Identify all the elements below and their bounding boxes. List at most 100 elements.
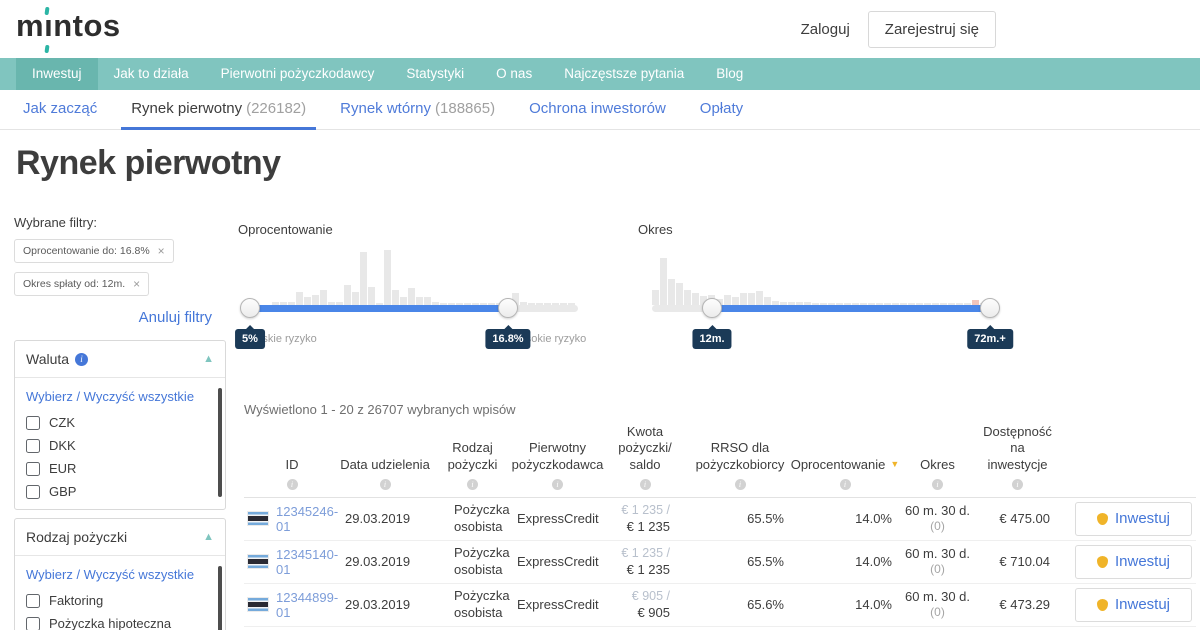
sub-nav: Jak zacząć Rynek pierwotny(226182) Rynek…	[0, 90, 1200, 130]
loan-type: Pożyczka osobista	[430, 588, 515, 622]
column-header-rrso[interactable]: RRSO dla pożyczkobiorcyi	[690, 424, 790, 490]
botswana-flag-icon	[248, 598, 268, 611]
invest-button[interactable]: Inwestuj	[1075, 588, 1192, 622]
panel-title: Rodzaj pożyczki	[26, 529, 127, 545]
filter-chip-term: Okres spłaty od: 12m. ×	[14, 272, 149, 296]
slider-value-min: 12m.	[692, 329, 731, 349]
auth-area: Zaloguj Zarejestruj się	[801, 0, 996, 58]
checkbox-option-czk[interactable]: CZK	[26, 411, 209, 434]
slider-title: Oprocentowanie	[238, 222, 598, 237]
loan-rrso: 65.6%	[690, 597, 790, 612]
loan-type-panel-body: Wybierz / Wyczyść wszystkie Faktoring Po…	[15, 556, 225, 630]
scrollbar[interactable]	[218, 388, 222, 497]
slider-handle-min[interactable]	[702, 298, 722, 318]
brand-logo[interactable]: mıntos	[16, 8, 121, 44]
loan-type: Pożyczka osobista	[430, 545, 515, 579]
scrollbar[interactable]	[218, 566, 222, 630]
chevron-up-icon[interactable]: ▲	[203, 353, 214, 365]
nav-item-pierwotni-pozyczkodawcy[interactable]: Pierwotni pożyczkodawcy	[205, 58, 391, 90]
remove-chip-icon[interactable]: ×	[133, 279, 140, 289]
slider-track[interactable]	[248, 305, 578, 312]
column-header-loan-type[interactable]: Rodzaj pożyczkii	[430, 424, 515, 490]
nav-item-inwestuj[interactable]: Inwestuj	[16, 58, 98, 90]
login-link[interactable]: Zaloguj	[801, 21, 850, 38]
checkbox-option-eur[interactable]: EUR	[26, 457, 209, 480]
currency-panel-body: Wybierz / Wyczyść wszystkie CZK DKK EUR …	[15, 378, 225, 509]
checkbox-icon[interactable]	[26, 416, 40, 430]
loan-type-panel-header[interactable]: Rodzaj pożyczki ▲	[15, 519, 225, 556]
checkbox-icon[interactable]	[26, 462, 40, 476]
column-header-available[interactable]: Dostępność na inwestycjei	[975, 424, 1060, 490]
info-icon[interactable]: i	[1012, 479, 1023, 490]
checkbox-option-faktoring[interactable]: Faktoring	[26, 589, 209, 612]
nav-item-najczestsze-pytania[interactable]: Najczęstsze pytania	[548, 58, 700, 90]
info-icon[interactable]: i	[552, 479, 563, 490]
table-row: 12345140-01 29.03.2019 Pożyczka osobista…	[244, 541, 1196, 584]
register-button[interactable]: Zarejestruj się	[868, 11, 996, 48]
column-header-term[interactable]: Okresi	[900, 424, 975, 490]
top-bar: mıntos Zaloguj Zarejestruj się	[0, 0, 1200, 58]
nav-item-blog[interactable]: Blog	[700, 58, 759, 90]
filter-chip-rate: Oprocentowanie do: 16.8% ×	[14, 239, 174, 263]
shield-icon	[1097, 599, 1108, 611]
clear-filters-link[interactable]: Anuluj filtry	[14, 309, 226, 326]
info-icon[interactable]: i	[287, 479, 298, 490]
column-header-originator[interactable]: Pierwotny pożyczkodawcai	[515, 424, 600, 490]
slider-handle-min[interactable]	[240, 298, 260, 318]
sort-desc-icon[interactable]: ▼	[890, 459, 899, 470]
subnav-oplaty[interactable]: Opłaty	[690, 90, 753, 130]
loan-rrso: 65.5%	[690, 511, 790, 526]
info-icon[interactable]: i	[75, 353, 88, 366]
invest-button[interactable]: Inwestuj	[1075, 502, 1192, 536]
subnav-rynek-pierwotny[interactable]: Rynek pierwotny(226182)	[121, 90, 316, 130]
loan-term: 60 m. 30 d.(0)	[900, 589, 975, 621]
info-icon[interactable]: i	[640, 479, 651, 490]
shield-icon	[1097, 513, 1108, 525]
remove-chip-icon[interactable]: ×	[158, 246, 165, 256]
nav-item-o-nas[interactable]: O nas	[480, 58, 548, 90]
subnav-ochrona-inwestorow[interactable]: Ochrona inwestorów	[519, 90, 676, 130]
loan-originator: ExpressCredit	[515, 511, 600, 526]
subnav-rynek-wtorny[interactable]: Rynek wtórny(188865)	[330, 90, 505, 130]
info-icon[interactable]: i	[467, 479, 478, 490]
table-row: 12344899-01 29.03.2019 Pożyczka osobista…	[244, 584, 1196, 627]
checkbox-option-hipoteczna[interactable]: Pożyczka hipoteczna	[26, 612, 209, 630]
select-all-link[interactable]: Wybierz / Wyczyść wszystkie	[26, 389, 209, 404]
subnav-jak-zaczac[interactable]: Jak zacząć	[13, 90, 107, 130]
checkbox-icon[interactable]	[26, 617, 40, 630]
checkbox-option-gbp[interactable]: GBP	[26, 480, 209, 503]
main-nav: Inwestuj Jak to działa Pierwotni pożyczk…	[0, 58, 1200, 90]
loan-date: 29.03.2019	[340, 511, 430, 526]
checkbox-icon[interactable]	[26, 594, 40, 608]
loan-id-link[interactable]: 12344899-01	[276, 590, 340, 620]
loan-amount: € 1 235 /€ 1 235	[600, 545, 690, 579]
loan-type: Pożyczka osobista	[430, 502, 515, 536]
loan-originator: ExpressCredit	[515, 597, 600, 612]
logo-text-tail: ntos	[53, 8, 120, 43]
currency-panel-header[interactable]: Waluta i ▲	[15, 341, 225, 378]
listing-count: (226182)	[246, 100, 306, 117]
info-icon[interactable]: i	[380, 479, 391, 490]
column-header-rate[interactable]: Oprocentowanie▼i	[790, 424, 900, 490]
nav-item-jak-to-dziala[interactable]: Jak to działa	[98, 58, 205, 90]
invest-button[interactable]: Inwestuj	[1075, 545, 1192, 579]
column-header-date[interactable]: Data udzieleniai	[340, 424, 430, 490]
info-icon[interactable]: i	[735, 479, 746, 490]
checkbox-option-dkk[interactable]: DKK	[26, 434, 209, 457]
info-icon[interactable]: i	[840, 479, 851, 490]
chevron-up-icon[interactable]: ▲	[203, 531, 214, 543]
column-header-amount[interactable]: Kwota pożyczki/ saldoi	[600, 424, 690, 490]
checkbox-icon[interactable]	[26, 485, 40, 499]
slider-handle-max[interactable]	[980, 298, 1000, 318]
select-all-link[interactable]: Wybierz / Wyczyść wszystkie	[26, 567, 209, 582]
column-header-id[interactable]: IDi	[244, 424, 340, 490]
loan-id-link[interactable]: 12345140-01	[276, 547, 340, 577]
botswana-flag-icon	[248, 512, 268, 525]
info-icon[interactable]: i	[932, 479, 943, 490]
nav-item-statystyki[interactable]: Statystyki	[390, 58, 480, 90]
panel-title: Waluta	[26, 351, 69, 367]
slider-handle-max[interactable]	[498, 298, 518, 318]
page-title: Rynek pierwotny	[16, 144, 281, 183]
loan-id-link[interactable]: 12345246-01	[276, 504, 340, 534]
checkbox-icon[interactable]	[26, 439, 40, 453]
